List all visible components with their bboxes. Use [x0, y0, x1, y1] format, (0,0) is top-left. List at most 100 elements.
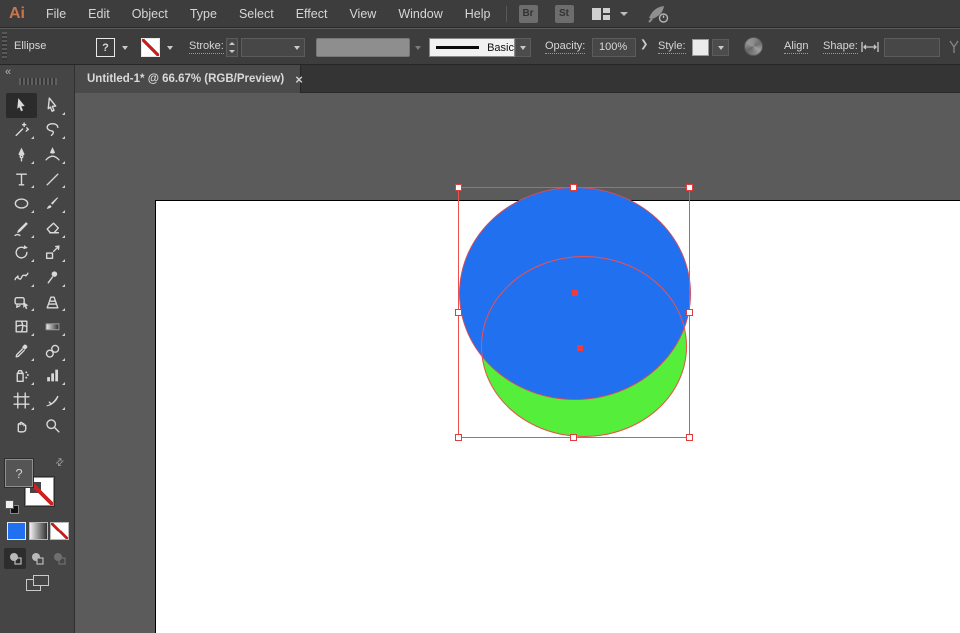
- blue-circle-center-anchor[interactable]: [572, 290, 578, 296]
- menu-bar: Ai File Edit Object Type Select Effect V…: [0, 0, 960, 28]
- handle-top-mid[interactable]: [570, 184, 577, 191]
- selection-bounding-box[interactable]: [458, 187, 690, 438]
- pen-tool[interactable]: [6, 142, 37, 167]
- shaper-pencil-tool[interactable]: [6, 216, 37, 241]
- panel-grip[interactable]: [2, 32, 7, 60]
- green-circle-center-anchor[interactable]: [577, 345, 583, 351]
- stepper-down-icon[interactable]: [229, 50, 235, 54]
- handle-top-right[interactable]: [686, 184, 693, 191]
- handle-top-left[interactable]: [455, 184, 462, 191]
- document-tab[interactable]: Untitled-1* @ 66.67% (RGB/Preview) ×: [75, 65, 303, 93]
- graphic-style-chevron[interactable]: [712, 39, 729, 56]
- menu-edit[interactable]: Edit: [77, 0, 121, 28]
- stroke-weight-stepper[interactable]: [226, 38, 238, 57]
- stroke-color-swatch[interactable]: [141, 38, 160, 57]
- lasso-tool[interactable]: [37, 118, 68, 143]
- illustrator-logo: Ai: [9, 4, 25, 22]
- puppet-warp-tool[interactable]: [37, 265, 68, 290]
- graphic-style-swatch[interactable]: [692, 39, 709, 56]
- handle-bottom-mid[interactable]: [570, 434, 577, 441]
- stepper-up-icon[interactable]: [229, 41, 235, 45]
- handle-mid-left[interactable]: [455, 309, 462, 316]
- width-tool[interactable]: [6, 265, 37, 290]
- clipped-edge-icon: [949, 40, 959, 53]
- scale-tool[interactable]: [37, 241, 68, 266]
- draw-normal-button[interactable]: [4, 548, 26, 569]
- screen-mode-button[interactable]: [26, 575, 50, 595]
- menu-help[interactable]: Help: [454, 0, 502, 28]
- menu-file[interactable]: File: [35, 0, 77, 28]
- no-stroke-indicator: [142, 39, 159, 56]
- stroke-style-value: Basic: [487, 41, 514, 54]
- gpu-performance-icon[interactable]: [646, 4, 670, 24]
- stroke-style-dropdown[interactable]: Basic: [429, 38, 515, 57]
- fill-color-swatch[interactable]: ?: [96, 38, 115, 57]
- shape-panel-link[interactable]: Shape:: [823, 40, 858, 54]
- tab-close-icon[interactable]: ×: [295, 72, 303, 87]
- color-mode-button[interactable]: [7, 522, 26, 540]
- fill-color-chevron[interactable]: [118, 38, 132, 57]
- none-mode-button[interactable]: [50, 522, 69, 540]
- mesh-tool[interactable]: [6, 314, 37, 339]
- recolor-artwork-icon[interactable]: [744, 37, 763, 56]
- hand-tool[interactable]: [6, 413, 37, 438]
- draw-behind-button[interactable]: [26, 548, 48, 569]
- workspace-switcher-icon[interactable]: [591, 6, 611, 22]
- stroke-panel-link[interactable]: Stroke:: [189, 40, 224, 54]
- column-graph-tool[interactable]: [37, 364, 68, 389]
- align-panel-link[interactable]: Align: [784, 40, 809, 54]
- opacity-link[interactable]: Opacity:: [545, 40, 586, 54]
- rotate-tool[interactable]: [6, 241, 37, 266]
- selection-tool[interactable]: [6, 93, 37, 118]
- gradient-tool[interactable]: [37, 314, 68, 339]
- menu-window[interactable]: Window: [387, 0, 453, 28]
- perspective-grid-tool[interactable]: [37, 290, 68, 315]
- menu-effect[interactable]: Effect: [285, 0, 339, 28]
- draw-inside-button[interactable]: [48, 548, 70, 569]
- menu-type[interactable]: Type: [179, 0, 228, 28]
- handle-mid-right[interactable]: [686, 309, 693, 316]
- stroke-color-chevron[interactable]: [163, 38, 177, 57]
- bridge-button[interactable]: Br: [518, 4, 538, 23]
- default-fill-stroke-icon[interactable]: [5, 500, 19, 514]
- menu-object[interactable]: Object: [121, 0, 179, 28]
- stroke-style-chevron[interactable]: [515, 38, 531, 57]
- magic-wand-tool[interactable]: [6, 118, 37, 143]
- slice-tool[interactable]: [37, 388, 68, 413]
- menubar-separator: [505, 5, 507, 22]
- paintbrush-tool[interactable]: [37, 191, 68, 216]
- ellipse-tool[interactable]: [6, 191, 37, 216]
- none-slash-icon: [51, 523, 68, 539]
- workspace-chevron-icon[interactable]: [619, 11, 628, 16]
- artboard-tool[interactable]: [6, 388, 37, 413]
- style-link[interactable]: Style:: [658, 40, 686, 54]
- menu-select[interactable]: Select: [228, 0, 285, 28]
- canvas-area[interactable]: [75, 93, 960, 633]
- fill-proxy-swatch[interactable]: ?: [4, 458, 34, 488]
- handle-bottom-left[interactable]: [455, 434, 462, 441]
- document-tab-bar: Untitled-1* @ 66.67% (RGB/Preview) ×: [75, 65, 960, 93]
- stroke-weight-dropdown[interactable]: [241, 38, 305, 57]
- gradient-mode-button[interactable]: [29, 522, 48, 540]
- swap-fill-stroke-icon[interactable]: ⇄: [53, 456, 67, 470]
- zoom-tool[interactable]: [37, 413, 68, 438]
- opacity-expand-chevron[interactable]: ❯: [640, 39, 648, 50]
- stroke-weight-chevron[interactable]: [294, 46, 300, 50]
- free-transform-tool[interactable]: [6, 290, 37, 315]
- opacity-field[interactable]: 100%: [592, 38, 636, 57]
- direct-selection-tool[interactable]: [37, 93, 68, 118]
- tools-panel-grip[interactable]: [19, 78, 57, 85]
- handle-bottom-right[interactable]: [686, 434, 693, 441]
- symbol-sprayer-tool[interactable]: [6, 364, 37, 389]
- type-tool[interactable]: [6, 167, 37, 192]
- stock-button[interactable]: St: [554, 4, 574, 23]
- line-segment-tool[interactable]: [37, 167, 68, 192]
- eraser-tool[interactable]: [37, 216, 68, 241]
- menu-view[interactable]: View: [338, 0, 387, 28]
- shape-width-field[interactable]: [884, 38, 940, 57]
- screen-mode-rect-front: [33, 575, 49, 586]
- curvature-tool[interactable]: [37, 142, 68, 167]
- blend-tool[interactable]: [37, 339, 68, 364]
- eyedropper-tool[interactable]: [6, 339, 37, 364]
- collapse-panel-icon[interactable]: «: [5, 66, 11, 78]
